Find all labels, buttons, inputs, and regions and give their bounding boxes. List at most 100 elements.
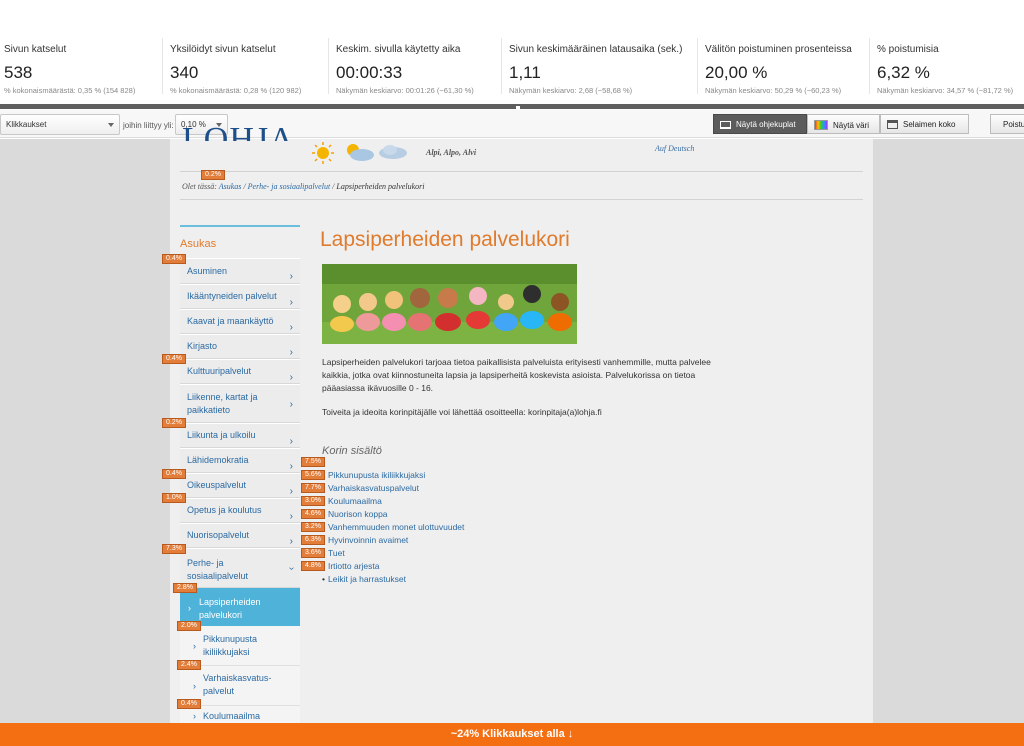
metric-select[interactable]: Klikkaukset — [0, 114, 120, 135]
click-overlay: 0.2% — [201, 170, 225, 180]
breadcrumb-divider — [180, 199, 863, 200]
children-photo — [322, 264, 577, 344]
sun-icon — [312, 142, 334, 164]
basket-link[interactable]: Irtiotto arjesta — [322, 560, 464, 573]
chevron-right-icon: › — [188, 603, 191, 613]
chevron-right-icon: › — [193, 710, 196, 721]
sun-cloud-icon — [347, 144, 374, 161]
breadcrumb-link-perhe[interactable]: Perhe- ja sosiaalipalvelut — [248, 182, 331, 191]
metric-sub: Näkymän keskiarvo: 50,29 % (−60,23 %) — [705, 86, 842, 95]
basket-heading: Korin sisältö — [322, 445, 382, 457]
metric-select-value: Klikkaukset — [6, 120, 47, 129]
browser-size-button[interactable]: Selaimen koko — [880, 114, 969, 134]
language-link-deutsch[interactable]: Auf Deutsch — [655, 144, 694, 153]
sidebar-subitem-label: Varhaiskasvatus-palvelut — [203, 673, 272, 696]
metric-label: Sivun keskimääräinen latausaika (sek.) — [509, 44, 683, 55]
metric-avg-time[interactable]: Keskim. sivulla käytetty aika 00:00:33 N… — [328, 38, 501, 95]
sidebar-item-label: Kulttuuripalvelut — [187, 366, 252, 376]
metric-bounce-rate[interactable]: Välitön poistuminen prosenteissa 20,00 %… — [697, 38, 869, 95]
site-logo[interactable]: LOHJA — [182, 125, 295, 141]
sidebar-item-lahidemokratia[interactable]: Lähidemokratia › — [180, 448, 300, 473]
sidebar-item-liikunta[interactable]: Liikunta ja ulkoilu › — [180, 423, 300, 448]
metric-label: Yksilöidyt sivun katselut — [170, 44, 276, 55]
click-overlay: 1.0% — [162, 493, 186, 503]
click-overlay: 2.0% — [177, 621, 201, 631]
sidebar-item-kulttuuri[interactable]: Kulttuuripalvelut › — [180, 359, 300, 384]
metric-value: 1,11 — [509, 63, 541, 82]
sidebar-item-kirjasto[interactable]: Kirjasto › — [180, 334, 300, 359]
click-overlay: 0.4% — [162, 469, 186, 479]
breadcrumb-current: Lapsiperheiden palvelukori — [336, 182, 425, 191]
metric-value: 340 — [170, 63, 199, 82]
sidebar-item-opetus[interactable]: Opetus ja koulutus › — [180, 498, 300, 523]
cloud-icon — [379, 145, 407, 159]
metric-value: 00:00:33 — [336, 63, 403, 82]
sidebar-item-label: Liikunta ja ulkoilu — [187, 430, 256, 440]
resize-divider[interactable] — [0, 104, 1024, 109]
mascot-names: Alpi, Alpo, Alvi — [426, 148, 477, 157]
click-overlay: 2.8% — [173, 583, 197, 593]
sidebar-item-label: Liikenne, kartat ja paikkatieto — [187, 392, 258, 415]
basket-link[interactable]: Varhaiskasvatuspalvelut — [322, 482, 464, 495]
metric-pageviews[interactable]: Sivun katselut 538 % kokonaismäärästä: 0… — [0, 38, 162, 95]
sidebar-item-label: Kirjasto — [187, 341, 218, 351]
sidebar-item-oikeus[interactable]: Oikeuspalvelut › — [180, 473, 300, 498]
sidebar-item-label: Oikeuspalvelut — [187, 480, 247, 490]
sidebar-item-label: Asuminen — [187, 266, 228, 276]
metric-sub: Näkymän keskiarvo: 34,57 % (−81,72 %) — [877, 86, 1014, 95]
metric-label: % poistumisia — [877, 44, 939, 55]
clicks-below-bar[interactable]: ~24% Klikkaukset alla ↓ — [0, 723, 1024, 746]
chevron-right-icon: › — [193, 680, 196, 691]
basket-link[interactable]: Nuorison koppa — [322, 508, 464, 521]
breadcrumb: Olet tässä: Asukas / Perhe- ja sosiaalip… — [182, 182, 424, 191]
sidebar-item-nuoriso[interactable]: Nuorisopalvelut › — [180, 523, 300, 548]
color-palette-icon — [814, 120, 828, 130]
metric-unique-pageviews[interactable]: Yksilöidyt sivun katselut 340 % kokonais… — [162, 38, 328, 95]
page-frame — [0, 139, 1024, 723]
metric-exit-rate[interactable]: % poistumisia 6,32 % Näkymän keskiarvo: … — [869, 38, 1024, 95]
sidebar-title[interactable]: Asukas — [180, 238, 216, 250]
intro-text: Lapsiperheiden palvelukori tarjoaa tieto… — [322, 357, 711, 393]
sidebar-item-label: Kaavat ja maankäyttö — [187, 316, 274, 326]
breadcrumb-separator: / — [332, 182, 335, 191]
sidebar-item-kaavat[interactable]: Kaavat ja maankäyttö › — [180, 309, 300, 334]
click-overlay: 6.3% — [301, 535, 325, 545]
page-title: Lapsiperheiden palvelukori — [320, 228, 570, 251]
sidebar-item-label: Lapsiperheiden palvelukori — [199, 597, 261, 620]
sidebar-item-liikenne[interactable]: Liikenne, kartat ja paikkatieto › — [180, 384, 300, 423]
click-overlay: 0.2% — [162, 418, 186, 428]
chevron-right-icon: › — [193, 640, 196, 651]
sidebar-item-label: Perhe- ja sosiaalipalvelut — [187, 558, 249, 581]
breadcrumb-link-asukas[interactable]: Asukas — [219, 182, 242, 191]
exit-button[interactable]: Poistu — [990, 114, 1024, 134]
show-color-button[interactable]: Näytä väri — [807, 114, 880, 134]
metric-value: 20,00 % — [705, 63, 768, 82]
click-overlay: 3.2% — [301, 522, 325, 532]
basket-link[interactable]: Hyvinvoinnin avaimet — [322, 534, 464, 547]
sidebar-item-label: Ikääntyneiden palvelut — [187, 291, 277, 301]
basket-link[interactable]: Koulumaailma — [322, 495, 464, 508]
sidebar-item-label: Opetus ja koulutus — [187, 505, 262, 515]
chevron-down-icon — [108, 123, 114, 127]
show-bubbles-label: Näytä ohjekuplat — [736, 120, 796, 129]
contact-text: Toiveita ja ideoita korinpitäjälle voi l… — [322, 407, 602, 417]
metric-load-time[interactable]: Sivun keskimääräinen latausaika (sek.) 1… — [501, 38, 697, 95]
click-overlay: 3.0% — [301, 496, 325, 506]
screen-icon — [720, 121, 731, 129]
basket-link[interactable]: Vanhemmuuden monet ulottuvuudet — [322, 521, 464, 534]
click-overlay: 0.4% — [162, 354, 186, 364]
sidebar-item-perhe[interactable]: Perhe- ja sosiaalipalvelut › — [180, 548, 300, 588]
metric-sub: Näkymän keskiarvo: 00:01:26 (−61,30 %) — [336, 86, 474, 95]
show-bubbles-button[interactable]: Näytä ohjekuplat — [713, 114, 807, 134]
metric-sub: Näkymän keskiarvo: 2,68 (−58,68 %) — [509, 86, 633, 95]
divider-grip — [516, 106, 520, 109]
sidebar-item-asuminen[interactable]: Asuminen › — [180, 258, 300, 284]
click-overlay: 3.6% — [301, 548, 325, 558]
analytics-in-page-view: Sivun katselut 538 % kokonaismäärästä: 0… — [0, 0, 1024, 746]
basket-link[interactable]: Tuet — [322, 547, 464, 560]
show-color-label: Näytä väri — [833, 121, 870, 130]
sidebar-item-ikaantyneet[interactable]: Ikääntyneiden palvelut › — [180, 284, 300, 309]
metric-value: 538 — [4, 63, 33, 82]
basket-link[interactable]: Leikit ja harrastukset — [322, 573, 464, 586]
basket-link[interactable]: Pikkunupusta ikiliikkujaksi — [322, 469, 464, 482]
